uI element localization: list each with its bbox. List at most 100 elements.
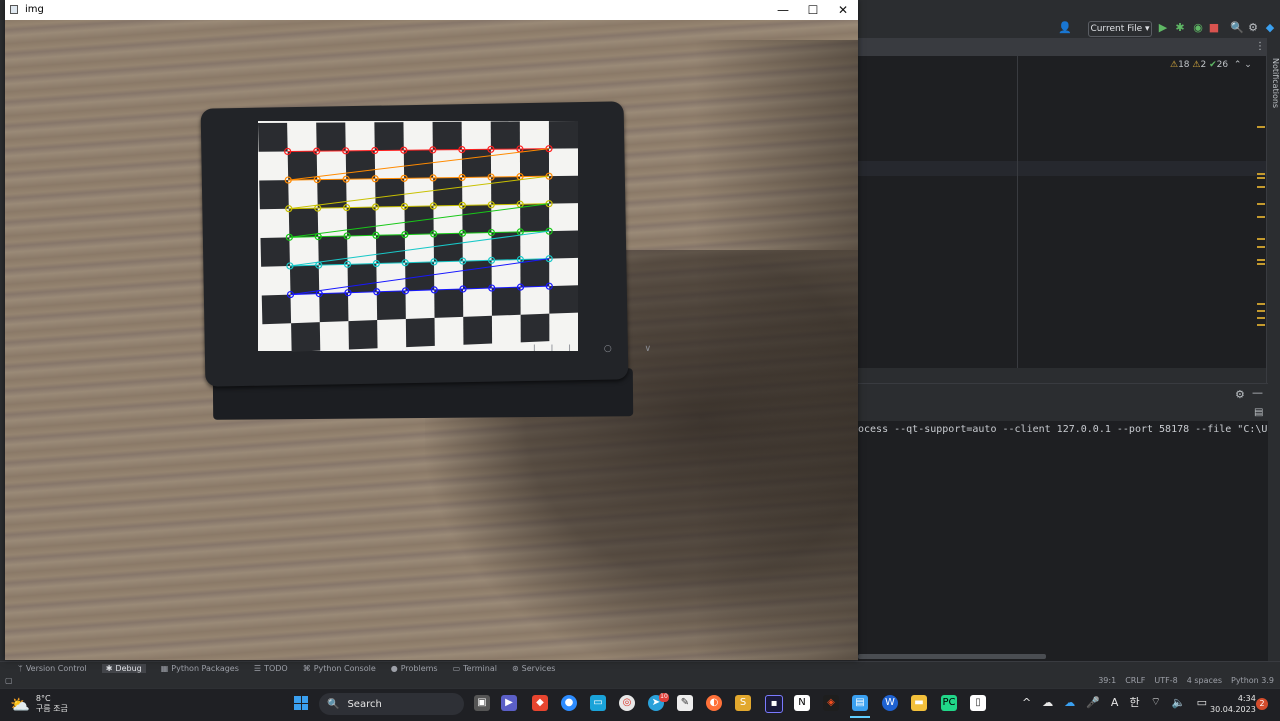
document-icon[interactable]: ▯ <box>970 695 986 711</box>
clock[interactable]: 4:34 30.04.2023 <box>1210 693 1256 715</box>
zoom-icon[interactable]: ● <box>561 695 577 711</box>
search-icon[interactable]: 🔍 <box>1230 22 1244 34</box>
console-output[interactable] <box>858 421 1268 661</box>
board-square <box>549 230 578 259</box>
run-config-dropdown[interactable]: Current File ▾ <box>1088 21 1152 37</box>
search-icon: 🔍 <box>327 698 340 710</box>
gutter-mark[interactable] <box>1257 173 1265 175</box>
tool-terminal[interactable]: ▭ Terminal <box>453 664 497 673</box>
horizontal-scrollbar[interactable] <box>858 654 1046 659</box>
clock-date: 30.04.2023 <box>1210 705 1256 714</box>
file-explorer-icon[interactable]: ▬ <box>911 695 927 711</box>
chevron-up-icon[interactable]: ^ <box>1022 696 1031 709</box>
board-square <box>258 122 288 152</box>
chevron-up-icon[interactable]: ⌃ <box>1234 60 1242 70</box>
weather-temp: 8°C <box>35 694 51 703</box>
gutter-mark[interactable] <box>1257 317 1265 319</box>
gutter-mark[interactable] <box>1257 216 1265 218</box>
inspection-widget[interactable]: ⚠18 ⚠2 ✔26 ⌃ ⌄ <box>1170 60 1252 70</box>
task-view-icon[interactable]: ▣ <box>474 695 490 711</box>
gutter-mark[interactable] <box>1257 263 1265 265</box>
sublime-icon[interactable]: S <box>735 695 751 711</box>
tool-label: Python Console <box>313 664 376 673</box>
code-editor[interactable] <box>858 56 1268 368</box>
caret-position[interactable]: 39:1 <box>1098 676 1116 685</box>
gutter-mark[interactable] <box>1257 177 1265 179</box>
gutter-mark[interactable] <box>1257 203 1265 205</box>
minimize-button[interactable]: — <box>768 0 798 20</box>
tool-python-console[interactable]: ⌘ Python Console <box>303 664 376 673</box>
gear-icon[interactable]: ⚙ <box>1235 388 1245 401</box>
ime-mode[interactable]: A <box>1111 696 1119 709</box>
weak-warning-count: 2 <box>1200 60 1207 70</box>
board-square <box>346 207 376 236</box>
start-button[interactable] <box>294 696 308 710</box>
cloud-icon[interactable]: ☁ <box>1042 696 1053 709</box>
screen-icon[interactable]: ▭ <box>590 695 606 711</box>
console-command-line: ocess --qt-support=auto --client 127.0.0… <box>858 424 1268 435</box>
python-interpreter[interactable]: Python 3.9 <box>1231 676 1274 685</box>
settings-icon[interactable]: ⚙ <box>1247 22 1259 34</box>
jetbrains-toolbox-icon[interactable]: ▪ <box>765 695 783 713</box>
notifications-tab[interactable]: Notifications <box>1268 58 1280 108</box>
notes-app-icon[interactable]: ▤ <box>852 695 868 711</box>
pycharm-icon[interactable]: PC <box>941 695 957 711</box>
board-square <box>520 203 550 232</box>
tool-services[interactable]: ⊛ Services <box>512 664 555 673</box>
img-titlebar[interactable]: img — ☐ ✕ <box>5 0 858 20</box>
more-tabs-icon[interactable]: ⋮ <box>1255 41 1265 52</box>
layout-icon[interactable]: ▤ <box>1254 407 1263 418</box>
line-separator[interactable]: CRLF <box>1125 676 1145 685</box>
gutter-mark[interactable] <box>1257 186 1265 188</box>
onedrive-icon[interactable]: ☁ <box>1064 696 1075 709</box>
anydesk-icon[interactable]: ◆ <box>532 695 548 711</box>
user-icon[interactable]: 👤 <box>1058 22 1072 34</box>
tool-todo[interactable]: ☰ TODO <box>254 664 288 673</box>
weather-desc: 구름 조금 <box>35 704 68 713</box>
notification-badge[interactable]: 2 <box>1256 698 1268 710</box>
notion-icon[interactable]: N <box>794 695 810 711</box>
chevron-down-icon[interactable]: ⌄ <box>1244 60 1252 70</box>
jetbrains-icon[interactable]: ◆ <box>1264 22 1276 34</box>
coverage-icon[interactable]: ◉ <box>1192 22 1204 34</box>
hide-panel-icon[interactable]: — <box>1252 386 1263 399</box>
editor-tabs <box>858 38 1268 56</box>
wifi-icon[interactable]: ⌔ <box>1151 695 1161 709</box>
right-tool-strip <box>1266 38 1280 686</box>
layout-toggle-icon[interactable]: ▢ <box>5 676 13 685</box>
gutter-mark[interactable] <box>1257 303 1265 305</box>
stop-icon[interactable]: ■ <box>1208 22 1220 34</box>
notepad-icon[interactable]: ✎ <box>677 695 693 711</box>
indent-setting[interactable]: 4 spaces <box>1187 676 1222 685</box>
gutter-mark[interactable] <box>1257 238 1265 240</box>
webex-icon[interactable]: W <box>882 695 898 711</box>
teams-icon[interactable]: ▶ <box>501 695 517 711</box>
chrome-icon[interactable]: ◎ <box>619 695 635 711</box>
tool-version-control[interactable]: ᛘ Version Control <box>18 664 87 673</box>
gutter-mark[interactable] <box>1257 324 1265 326</box>
maximize-button[interactable]: ☐ <box>798 0 828 20</box>
run-icon[interactable]: ▶ <box>1157 22 1169 34</box>
taskbar-search[interactable]: 🔍 Search <box>319 693 464 715</box>
gutter-mark[interactable] <box>1257 310 1265 312</box>
volume-icon[interactable]: 🔈 <box>1172 696 1186 709</box>
figma-icon[interactable]: ◈ <box>823 695 839 711</box>
firefox-icon[interactable]: ◐ <box>706 695 722 711</box>
microphone-icon[interactable]: 🎤 <box>1086 696 1100 709</box>
weather-widget[interactable]: ⛅ 8°C 구름 조금 <box>10 694 68 714</box>
gutter-mark[interactable] <box>1257 259 1265 261</box>
bug-icon: ✱ <box>105 664 113 673</box>
tool-python-packages[interactable]: ▦ Python Packages <box>161 664 239 673</box>
ime-language[interactable]: 한 <box>1129 694 1139 710</box>
board-square <box>347 263 377 293</box>
weather-text: 8°C 구름 조금 <box>36 694 68 714</box>
gutter-mark[interactable] <box>1257 246 1265 248</box>
battery-icon[interactable]: ▭ <box>1197 696 1207 709</box>
file-encoding[interactable]: UTF-8 <box>1154 676 1177 685</box>
tool-problems[interactable]: ● Problems <box>391 664 438 673</box>
tool-debug[interactable]: ✱ Debug <box>101 664 146 673</box>
gutter-mark[interactable] <box>1257 126 1265 128</box>
close-button[interactable]: ✕ <box>828 0 858 20</box>
debug-icon[interactable]: ✱ <box>1174 22 1186 34</box>
services-icon: ⊛ <box>511 664 519 673</box>
